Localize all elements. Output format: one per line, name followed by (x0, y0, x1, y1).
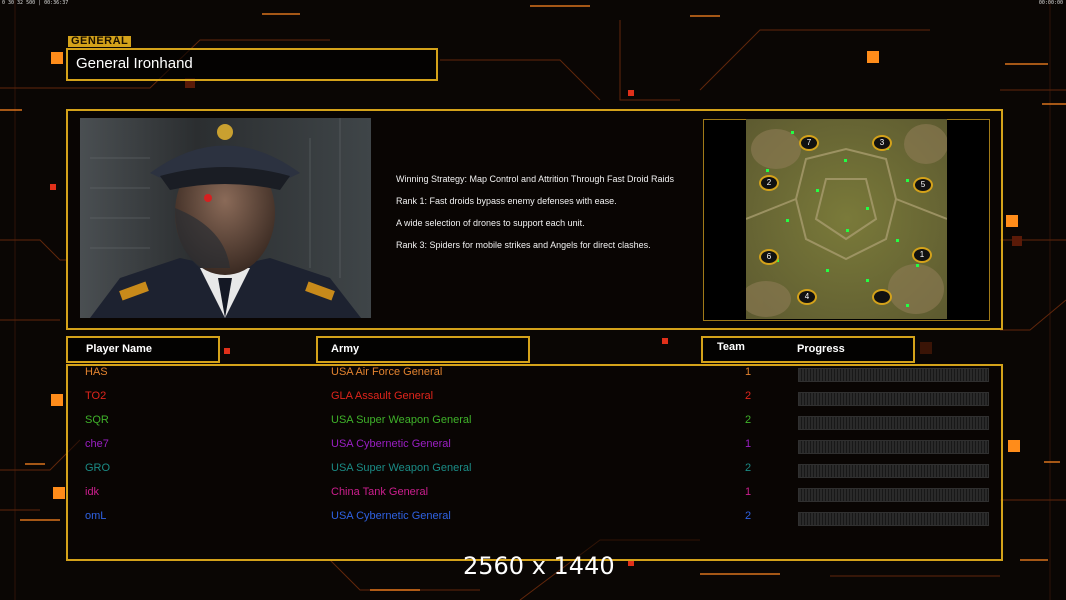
player-row[interactable]: TO2 GLA Assault General 2 (0, 390, 1066, 406)
player-team: 1 (745, 486, 752, 498)
player-army: GLA Assault General (331, 390, 434, 402)
column-header-army: Army (316, 336, 530, 363)
player-team: 2 (745, 414, 752, 426)
player-progress-bar (798, 464, 989, 478)
player-team: 2 (745, 510, 752, 522)
army-header-label: Army (331, 343, 360, 355)
general-portrait (80, 118, 371, 318)
start-position-marker[interactable]: 3 (872, 135, 892, 151)
player-row[interactable]: che7 USA Cybernetic General 1 (0, 438, 1066, 454)
player-name: HAS (85, 366, 108, 378)
start-position-marker[interactable]: 5 (913, 177, 933, 193)
start-position-marker[interactable]: 7 (799, 135, 819, 151)
player-army: USA Cybernetic General (331, 510, 451, 522)
team-header-label: Team (717, 341, 745, 353)
player-name: omL (85, 510, 107, 522)
column-header-player-name: Player Name (66, 336, 220, 363)
hud-stats-readout: 0 30 32 500 | 00:36:37 (2, 0, 69, 6)
player-army: USA Super Weapon General (331, 414, 472, 426)
map-preview[interactable]: 7 3 2 5 6 1 4 (746, 119, 947, 319)
player-army: USA Super Weapon General (331, 462, 472, 474)
player-name: SQR (85, 414, 109, 426)
player-army: USA Cybernetic General (331, 438, 451, 450)
player-army: China Tank General (331, 486, 429, 498)
player-progress-bar (798, 488, 989, 502)
start-position-marker[interactable]: 1 (912, 247, 932, 263)
player-progress-bar (798, 440, 989, 454)
strategy-line: A wide selection of drones to support ea… (396, 218, 585, 228)
player-army: USA Air Force General (331, 366, 443, 378)
player-row[interactable]: GRO USA Super Weapon General 2 (0, 462, 1066, 478)
player-row[interactable]: SQR USA Super Weapon General 2 (0, 414, 1066, 430)
player-progress-bar (798, 416, 989, 430)
player-name: idk (85, 486, 100, 498)
player-row[interactable]: idk China Tank General 1 (0, 486, 1066, 502)
start-position-marker[interactable] (872, 289, 892, 305)
start-position-marker[interactable]: 4 (797, 289, 817, 305)
player-team: 2 (745, 390, 752, 402)
strategy-description: Winning Strategy: Map Control and Attrit… (396, 174, 696, 262)
progress-header-label: Progress (797, 343, 845, 355)
player-progress-bar (798, 392, 989, 406)
player-row[interactable]: omL USA Cybernetic General 2 (0, 510, 1066, 526)
player-team: 1 (745, 438, 752, 450)
player-name-header-label: Player Name (86, 343, 153, 355)
general-tag-label: GENERAL (68, 36, 132, 47)
player-row[interactable]: HAS USA Air Force General 1 (0, 366, 1066, 382)
hud-timer-readout: 00:00:00 (1038, 0, 1063, 6)
strategy-line: Rank 1: Fast droids bypass enemy defense… (396, 196, 617, 206)
player-team: 2 (745, 462, 752, 474)
general-name: General Ironhand (76, 55, 193, 72)
player-name: GRO (85, 462, 111, 474)
strategy-line: Rank 3: Spiders for mobile strikes and A… (396, 240, 651, 250)
player-progress-bar (798, 512, 989, 526)
player-name: che7 (85, 438, 109, 450)
player-team: 1 (745, 366, 752, 378)
resolution-label: 2560 x 1440 (463, 552, 615, 580)
player-name: TO2 (85, 390, 107, 402)
player-progress-bar (798, 368, 989, 382)
column-header-team-progress: Team Progress (701, 336, 915, 363)
start-position-marker[interactable]: 2 (759, 175, 779, 191)
start-position-marker[interactable]: 6 (759, 249, 779, 265)
strategy-line: Winning Strategy: Map Control and Attrit… (396, 174, 674, 184)
general-name-box: General Ironhand (66, 48, 438, 81)
